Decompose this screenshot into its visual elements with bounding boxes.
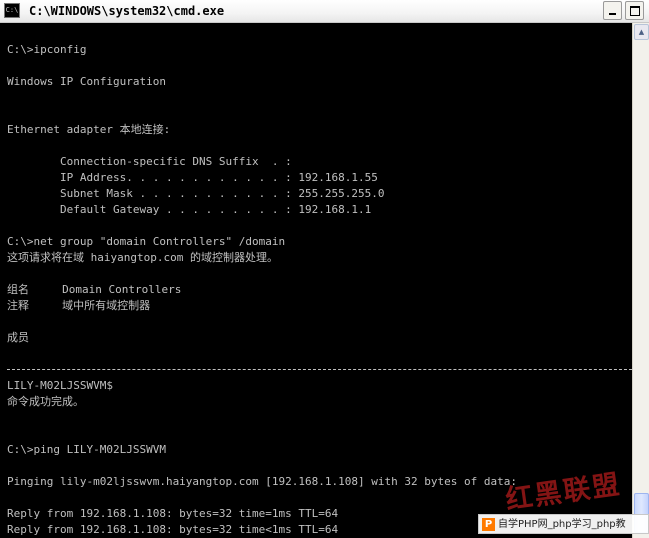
minimize-icon xyxy=(609,13,616,15)
maximize-icon xyxy=(629,6,640,16)
cmd-console-icon[interactable]: C:\ xyxy=(4,3,20,18)
console-line: Subnet Mask . . . . . . . . . . . : 255.… xyxy=(7,187,385,200)
console-output[interactable]: C:\>ipconfig Windows IP Configuration Et… xyxy=(0,23,632,538)
watermark-text: 自学PHP网_php学习_php教 xyxy=(498,519,626,530)
cmd-window: C:\ C:\WINDOWS\system32\cmd.exe C:\>ipco… xyxy=(0,0,649,538)
console-line: Windows IP Configuration xyxy=(7,75,166,88)
console-line: C:\>net group "domain Controllers" /doma… xyxy=(7,235,286,248)
console-line: LILY-M02LJSSWVM$ xyxy=(7,379,113,392)
console-line: Default Gateway . . . . . . . . . : 192.… xyxy=(7,203,372,216)
scroll-up-icon[interactable]: ▲ xyxy=(634,24,649,40)
title-bar[interactable]: C:\ C:\WINDOWS\system32\cmd.exe xyxy=(0,0,649,23)
console-line: Connection-specific DNS Suffix . : xyxy=(7,155,292,168)
console-line: 命令成功完成。 xyxy=(7,395,84,408)
watermark-banner: P 自学PHP网_php学习_php教 xyxy=(478,514,649,534)
console-line: Reply from 192.168.1.108: bytes=32 time=… xyxy=(7,507,339,520)
console-line: C:\>ipconfig xyxy=(7,43,87,56)
separator-line xyxy=(7,369,632,370)
console-line: Pinging lily-m02ljsswvm.haiyangtop.com [… xyxy=(7,475,517,488)
console-line: 组名 Domain Controllers xyxy=(7,283,182,296)
minimize-button[interactable] xyxy=(603,1,622,20)
console-line: C:\>ping LILY-M02LJSSWVM xyxy=(7,443,166,456)
console-line: 成员 xyxy=(7,331,29,344)
vertical-scrollbar[interactable]: ▲ xyxy=(632,23,649,538)
console-line: IP Address. . . . . . . . . . . . : 192.… xyxy=(7,171,378,184)
console-line: Reply from 192.168.1.108: bytes=32 time<… xyxy=(7,523,339,536)
maximize-button[interactable] xyxy=(625,1,644,20)
console-line: 注释 域中所有域控制器 xyxy=(7,299,151,312)
console-line: 这项请求将在域 haiyangtop.com 的域控制器处理。 xyxy=(7,251,278,264)
php-logo-icon: P xyxy=(482,518,495,531)
window-title: C:\WINDOWS\system32\cmd.exe xyxy=(29,4,225,18)
console-line: Ethernet adapter 本地连接: xyxy=(7,123,171,136)
